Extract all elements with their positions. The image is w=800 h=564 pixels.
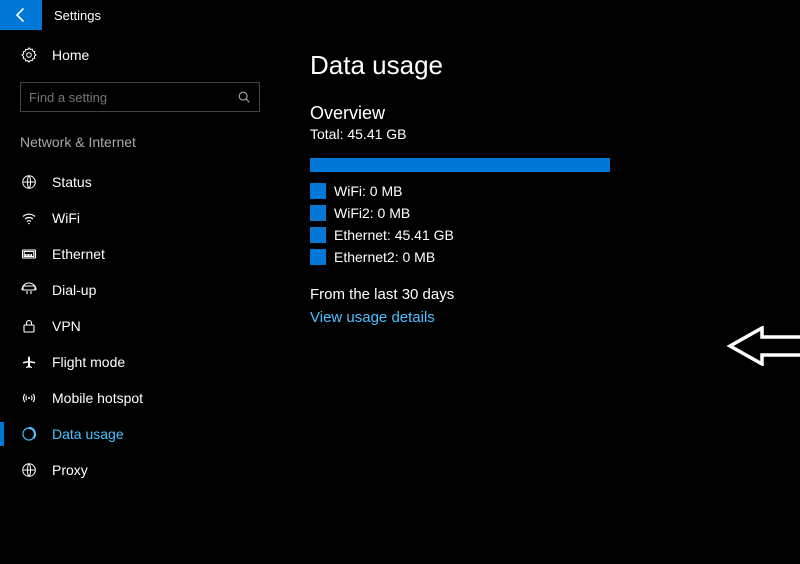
globe-icon: [20, 173, 38, 191]
dialup-icon: [20, 281, 38, 299]
legend-label: Ethernet2: 0 MB: [334, 249, 435, 265]
legend-row-wifi: WiFi: 0 MB: [310, 180, 780, 202]
home-button[interactable]: Home: [20, 42, 260, 68]
legend-row-ethernet: Ethernet: 45.41 GB: [310, 224, 780, 246]
hotspot-icon: [20, 389, 38, 407]
sidebar: Home Network & Internet Status WiFi: [0, 30, 280, 564]
home-label: Home: [52, 47, 89, 63]
sidebar-item-label: Dial-up: [52, 282, 96, 298]
period-label: From the last 30 days: [310, 286, 780, 303]
sidebar-item-label: Data usage: [52, 426, 124, 442]
legend-swatch: [310, 205, 326, 221]
main-panel: Data usage Overview Total: 45.41 GB WiFi…: [280, 30, 800, 564]
search-icon: [237, 90, 251, 104]
legend-swatch: [310, 227, 326, 243]
annotation-arrow-icon: [726, 326, 800, 366]
proxy-icon: [20, 461, 38, 479]
sidebar-item-proxy[interactable]: Proxy: [20, 452, 260, 488]
sidebar-item-status[interactable]: Status: [20, 164, 260, 200]
ethernet-icon: [20, 245, 38, 263]
overview-total: Total: 45.41 GB: [310, 126, 780, 142]
usage-bar: [310, 158, 610, 172]
legend-row-wifi2: WiFi2: 0 MB: [310, 202, 780, 224]
search-box[interactable]: [20, 82, 260, 112]
sidebar-item-label: Ethernet: [52, 246, 105, 262]
sidebar-item-vpn[interactable]: VPN: [20, 308, 260, 344]
sidebar-item-label: WiFi: [52, 210, 80, 226]
sidebar-item-label: Mobile hotspot: [52, 390, 143, 406]
wifi-icon: [20, 209, 38, 227]
legend-swatch: [310, 249, 326, 265]
sidebar-item-mobile-hotspot[interactable]: Mobile hotspot: [20, 380, 260, 416]
sidebar-item-data-usage[interactable]: Data usage: [20, 416, 260, 452]
search-input[interactable]: [29, 90, 237, 105]
overview-heading: Overview: [310, 103, 780, 124]
sidebar-item-label: Flight mode: [52, 354, 125, 370]
legend-label: WiFi: 0 MB: [334, 183, 402, 199]
window-title: Settings: [54, 8, 101, 23]
category-header: Network & Internet: [20, 134, 260, 150]
data-usage-icon: [20, 425, 38, 443]
sidebar-item-label: Proxy: [52, 462, 88, 478]
legend-label: Ethernet: 45.41 GB: [334, 227, 454, 243]
sidebar-item-dialup[interactable]: Dial-up: [20, 272, 260, 308]
vpn-icon: [20, 317, 38, 335]
sidebar-item-label: VPN: [52, 318, 81, 334]
legend-label: WiFi2: 0 MB: [334, 205, 410, 221]
sidebar-item-flight-mode[interactable]: Flight mode: [20, 344, 260, 380]
sidebar-item-wifi[interactable]: WiFi: [20, 200, 260, 236]
sidebar-item-ethernet[interactable]: Ethernet: [20, 236, 260, 272]
title-bar: Settings: [0, 0, 800, 30]
back-button[interactable]: [0, 0, 42, 30]
arrow-left-icon: [12, 6, 30, 24]
legend-row-ethernet2: Ethernet2: 0 MB: [310, 246, 780, 268]
legend-swatch: [310, 183, 326, 199]
sidebar-item-label: Status: [52, 174, 92, 190]
gear-icon: [20, 46, 38, 64]
airplane-icon: [20, 353, 38, 371]
view-usage-details-link[interactable]: View usage details: [310, 309, 435, 326]
page-title: Data usage: [310, 50, 780, 81]
